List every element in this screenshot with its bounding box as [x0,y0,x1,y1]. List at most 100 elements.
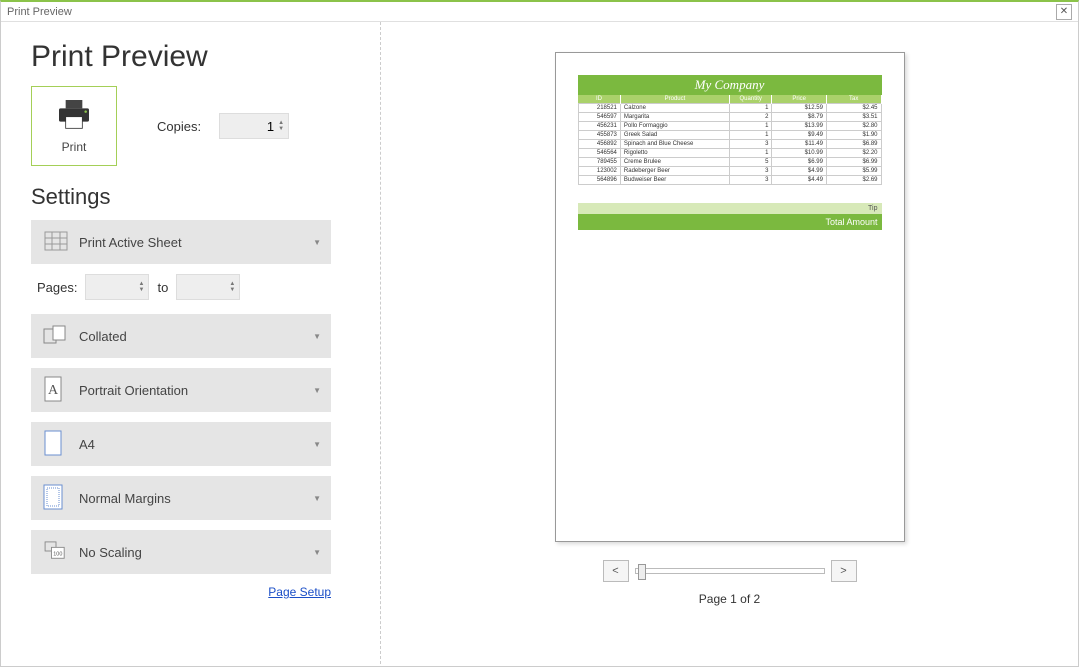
cell-price: $10.99 [772,149,827,158]
titlebar: Print Preview ✕ [1,2,1078,22]
col-id: ID [578,95,620,104]
page-title: Print Preview [31,40,350,74]
copies-spinner[interactable]: ▲▼ [219,113,289,139]
cell-id: 456892 [578,140,620,149]
paper-dropdown[interactable]: A4 ▼ [31,422,331,466]
table-row: 546597Margarita2$8.79$3.51 [578,113,881,122]
cell-product: Spinach and Blue Cheese [620,140,729,149]
cell-qty: 1 [730,131,772,140]
table-row: 546564Rigoletto1$10.99$2.20 [578,149,881,158]
chevron-down-icon: ▼ [313,440,321,449]
zoom-slider[interactable] [635,568,825,574]
col-product: Product [620,95,729,104]
col-qty: Quantity [730,95,772,104]
chevron-down-icon: ▼ [313,548,321,557]
margins-label: Normal Margins [79,491,171,506]
copies-label: Copies: [157,119,201,134]
pages-to-spinner[interactable]: ▲▼ [176,274,240,300]
print-sheet-label: Print Active Sheet [79,235,182,250]
cell-id: 789455 [578,158,620,167]
cell-tax: $2.45 [826,104,881,113]
spinner-arrows-icon[interactable]: ▲▼ [139,281,145,293]
cell-qty: 3 [730,176,772,185]
cell-qty: 3 [730,167,772,176]
chevron-down-icon: ▼ [313,494,321,503]
doc-table: ID Product Quantity Price Tax 218521Calz… [578,95,882,185]
print-sheet-dropdown[interactable]: Print Active Sheet ▼ [31,220,331,264]
portrait-icon: A [43,376,69,405]
cell-price: $11.49 [772,140,827,149]
cell-product: Margarita [620,113,729,122]
orientation-label: Portrait Orientation [79,383,188,398]
cell-product: Rigoletto [620,149,729,158]
collated-dropdown[interactable]: Collated ▼ [31,314,331,358]
print-button[interactable]: Print [31,86,117,166]
table-row: 789455Creme Brulee5$6.99$6.99 [578,158,881,167]
orientation-dropdown[interactable]: A Portrait Orientation ▼ [31,368,331,412]
spinner-arrows-icon[interactable]: ▲▼ [229,281,235,293]
col-tax: Tax [826,95,881,104]
scaling-icon: 100 [43,541,69,564]
cell-qty: 5 [730,158,772,167]
pages-to-label: to [157,280,168,295]
scaling-label: No Scaling [79,545,142,560]
pages-label: Pages: [37,280,77,295]
cell-id: 123002 [578,167,620,176]
spinner-arrows-icon[interactable]: ▲▼ [278,120,284,132]
chevron-down-icon: ▼ [313,238,321,247]
chevron-down-icon: ▼ [313,332,321,341]
pages-from-spinner[interactable]: ▲▼ [85,274,149,300]
cell-tax: $5.99 [826,167,881,176]
sheet-grid-icon [43,231,69,254]
prev-page-button[interactable]: < [603,560,629,582]
cell-qty: 1 [730,104,772,113]
cell-price: $8.79 [772,113,827,122]
cell-id: 456231 [578,122,620,131]
cell-product: Creme Brulee [620,158,729,167]
cell-tax: $1.90 [826,131,881,140]
margins-dropdown[interactable]: Normal Margins ▼ [31,476,331,520]
copies-input[interactable] [234,119,274,134]
preview-panel: My Company ID Product Quantity Price Tax… [381,22,1078,664]
doc-total-row: Total Amount [578,214,882,230]
window-title: Print Preview [7,6,72,18]
cell-tax: $6.89 [826,140,881,149]
collated-icon [43,325,69,348]
cell-tax: $2.69 [826,176,881,185]
close-button[interactable]: ✕ [1056,4,1072,20]
print-button-label: Print [32,140,116,154]
settings-panel: Print Preview Print Copies: ▲▼ Settings [1,22,381,664]
doc-tip-row: Tip [578,203,882,214]
col-price: Price [772,95,827,104]
cell-price: $4.49 [772,176,827,185]
cell-id: 546564 [578,149,620,158]
next-page-button[interactable]: > [831,560,857,582]
table-row: 218521Calzone1$12.59$2.45 [578,104,881,113]
doc-company-title: My Company [578,75,882,95]
cell-price: $4.99 [772,167,827,176]
cell-id: 564896 [578,176,620,185]
table-row: 123002Radeberger Beer3$4.99$5.99 [578,167,881,176]
table-row: 564896Budweiser Beer3$4.49$2.69 [578,176,881,185]
cell-qty: 1 [730,149,772,158]
cell-id: 546597 [578,113,620,122]
collated-label: Collated [79,329,127,344]
cell-product: Pollo Formaggio [620,122,729,131]
settings-title: Settings [31,184,350,210]
cell-price: $12.59 [772,104,827,113]
page-setup-link[interactable]: Page Setup [268,585,331,599]
svg-text:100: 100 [53,551,62,557]
paper-icon [43,430,69,459]
slider-thumb[interactable] [638,564,646,580]
cell-tax: $2.80 [826,122,881,131]
paper-label: A4 [79,437,95,452]
cell-qty: 2 [730,113,772,122]
cell-qty: 3 [730,140,772,149]
pages-to-input[interactable] [185,280,225,295]
cell-product: Greek Salad [620,131,729,140]
page-indicator: Page 1 of 2 [699,592,760,606]
scaling-dropdown[interactable]: 100 No Scaling ▼ [31,530,331,574]
cell-qty: 1 [730,122,772,131]
page-preview: My Company ID Product Quantity Price Tax… [555,52,905,542]
pages-from-input[interactable] [95,280,135,295]
